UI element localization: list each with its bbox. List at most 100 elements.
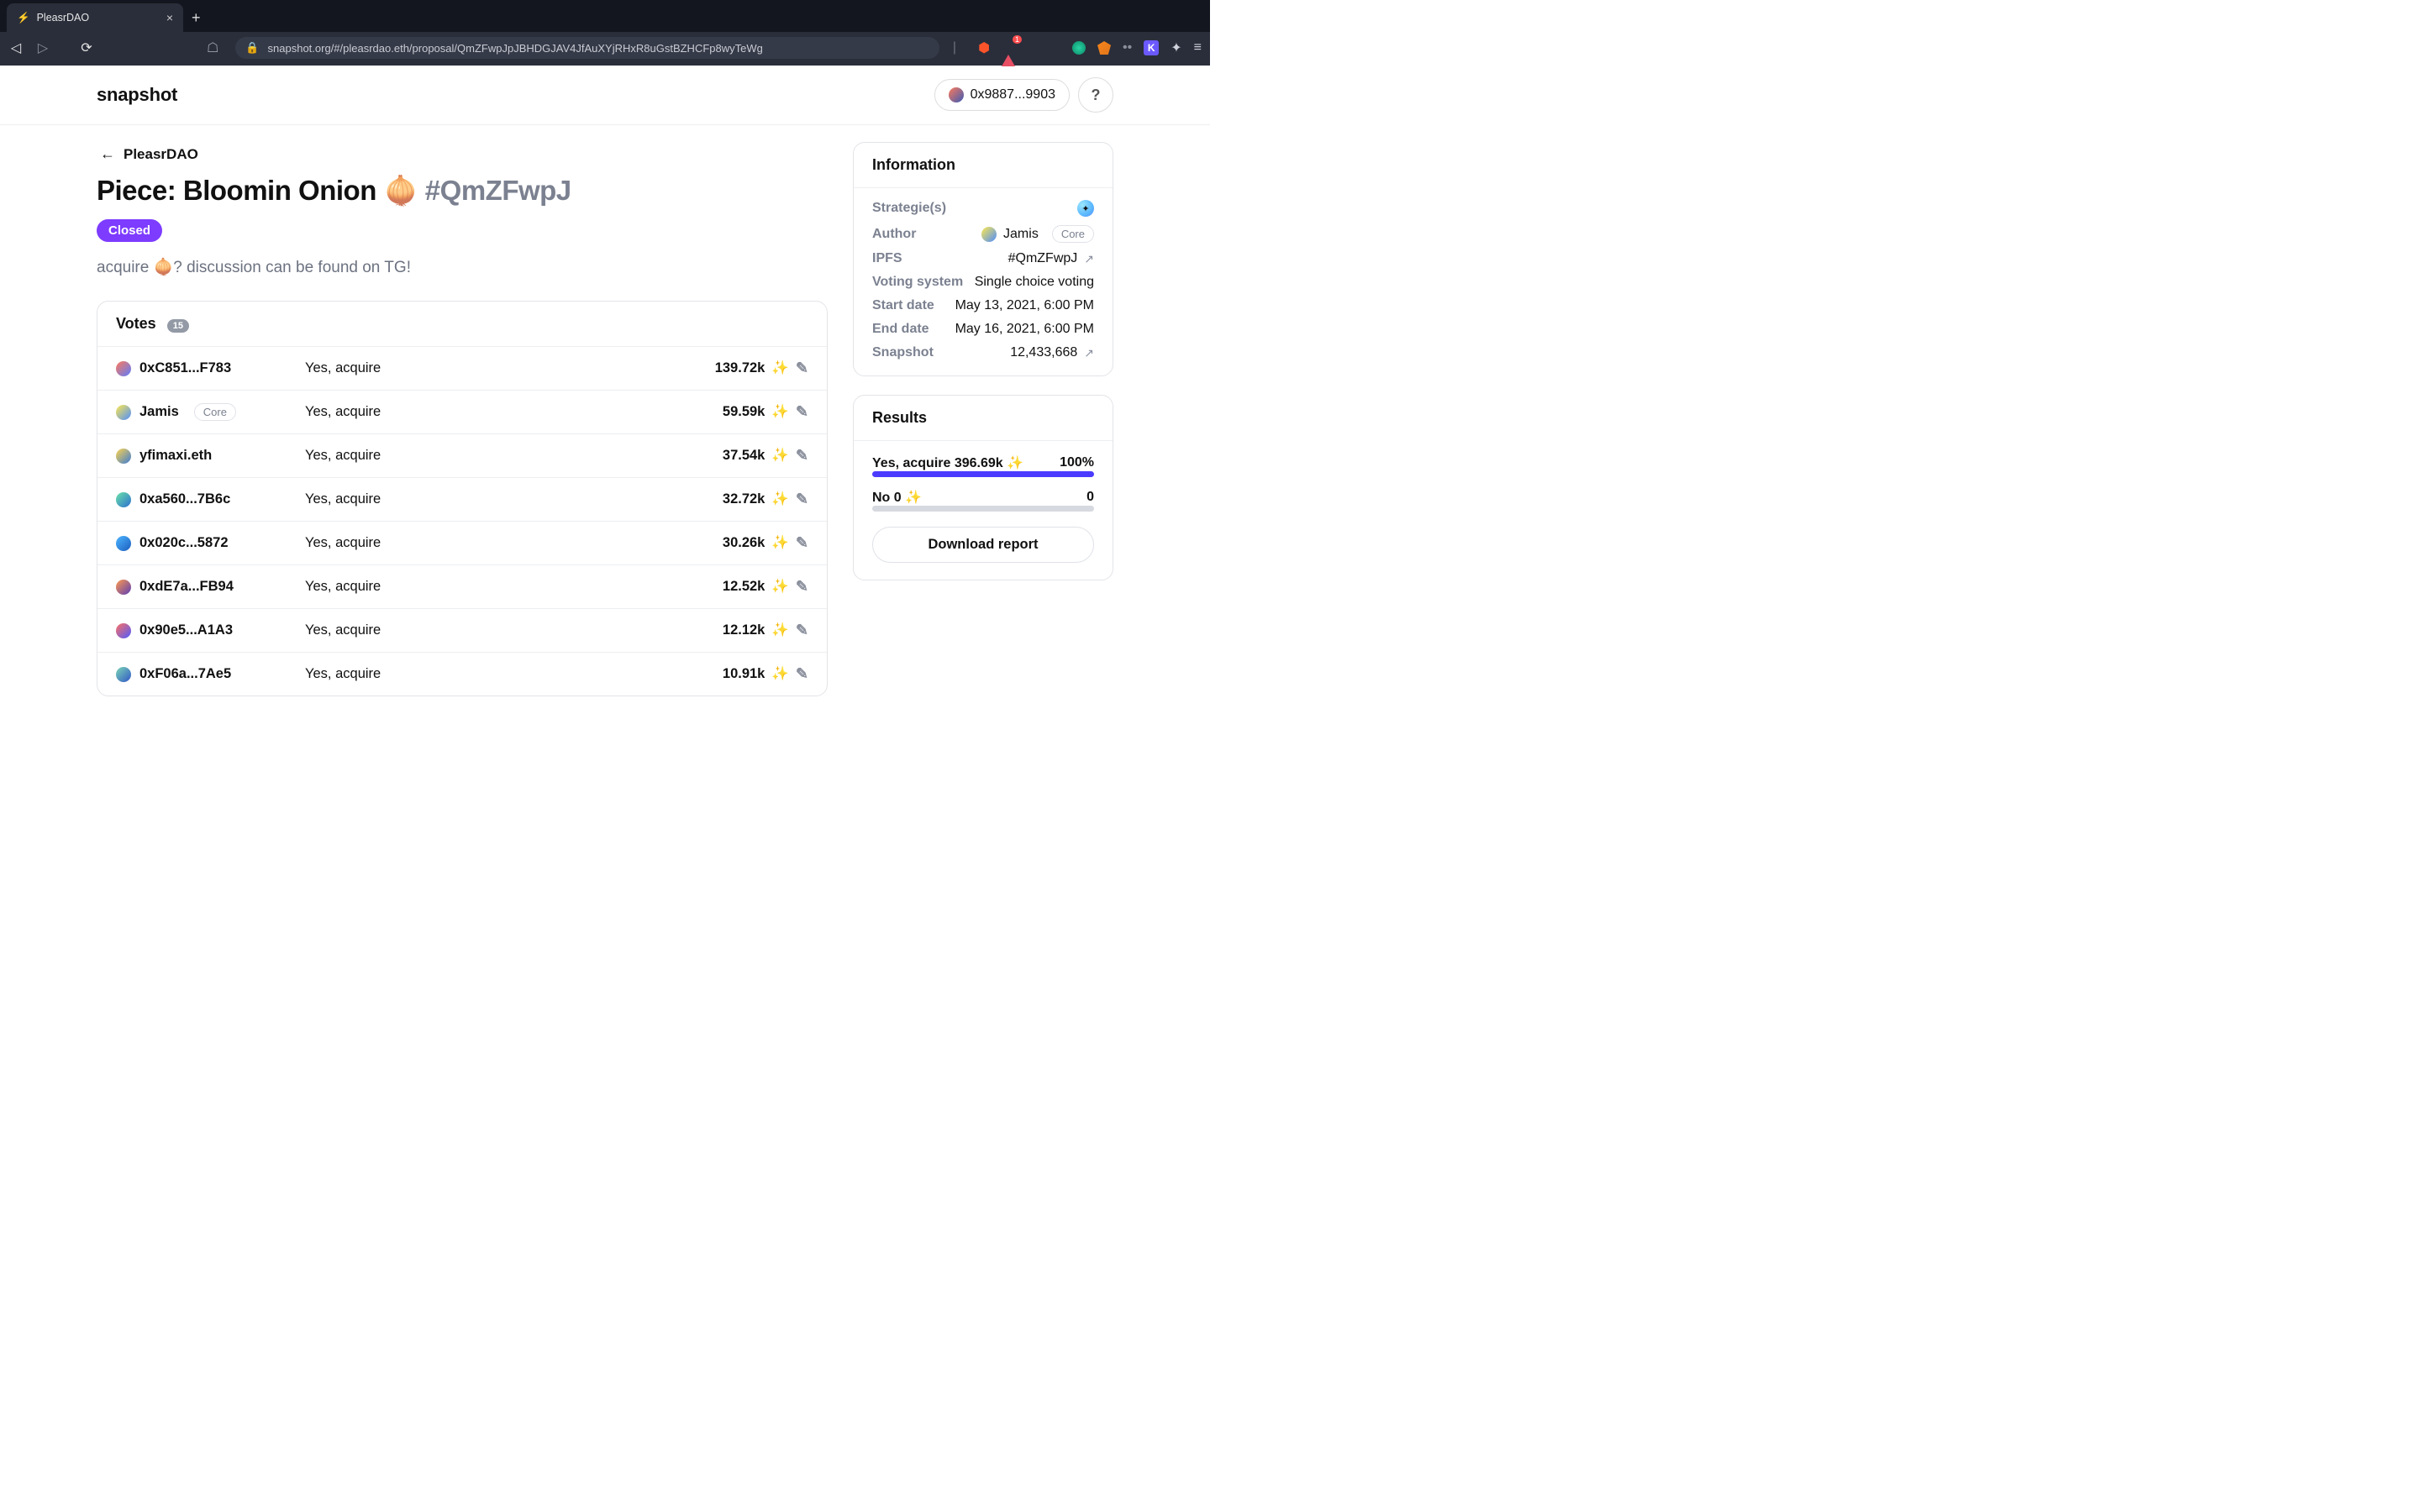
voter-link[interactable]: 0xC851...F783 [116,360,305,376]
bolt-icon: ⚡ [17,12,30,24]
page: snapshot 0x9887...9903 ? ← PleasrDAO Pie… [0,66,1210,756]
reload-icon[interactable]: ⟳ [79,40,94,55]
info-row-ipfs: IPFS #QmZFwpJ ↗ [872,251,1094,266]
browser-chrome: ⚡ PleasrDAO × + ◁ ▷ ⟳ ☖ 🔒 snapshot.org/#… [0,0,1210,66]
sparkle-icon: ✨ [771,579,789,595]
signature-icon[interactable]: ✎ [796,491,808,508]
arrow-left-icon: ← [100,145,115,163]
info-label: Voting system [872,275,963,290]
voter-link[interactable]: JamisCore [116,403,305,421]
extension-icon[interactable] [1072,41,1086,55]
voter-avatar [116,667,131,682]
voter-avatar [116,361,131,376]
vote-amount: 32.72k✨✎ [723,491,808,508]
sparkle-icon: ✨ [771,404,789,420]
info-row-end: End date May 16, 2021, 6:00 PM [872,322,1094,337]
back-icon[interactable]: ◁ [8,40,24,55]
signature-icon[interactable]: ✎ [796,665,808,683]
close-tab-icon[interactable]: × [166,11,173,24]
voter-link[interactable]: 0x020c...5872 [116,535,305,551]
result-pct: 100% [1060,455,1094,470]
results-heading: Results [854,396,1113,441]
signature-icon[interactable]: ✎ [796,403,808,421]
author-name: Jamis [1003,227,1039,242]
info-row-author: Author Jamis Core [872,225,1094,243]
bookmark-icon[interactable]: ☖ [202,39,224,56]
info-label: Snapshot [872,345,934,360]
signature-icon[interactable]: ✎ [796,360,808,377]
strategy-icon[interactable]: ✦ [1077,200,1094,217]
votes-heading-label: Votes [116,315,156,332]
proposal-title-hash: #QmZFwpJ [425,175,571,206]
back-label: PleasrDAO [124,146,198,163]
metamask-icon[interactable] [1097,41,1111,55]
toolbar-separator: | [951,40,958,55]
download-report-button[interactable]: Download report [872,527,1094,563]
vote-row: 0xa560...7B6cYes, acquire32.72k✨✎ [97,478,827,522]
forward-icon[interactable]: ▷ [35,40,50,55]
extension-icon[interactable]: •• [1123,40,1132,55]
vote-row: 0x020c...5872Yes, acquire30.26k✨✎ [97,522,827,565]
author-link[interactable]: Jamis Core [981,225,1094,243]
signature-icon[interactable]: ✎ [796,578,808,596]
voter-link[interactable]: 0xF06a...7Ae5 [116,666,305,682]
info-label: Strategie(s) [872,201,946,216]
result-bar [872,506,1094,512]
signature-icon[interactable]: ✎ [796,534,808,552]
external-link-icon: ↗ [1084,346,1094,360]
voter-link[interactable]: yfimaxi.eth [116,448,305,464]
browser-menu-icon[interactable]: ≡ [1194,40,1202,55]
voter-avatar [116,536,131,551]
vote-choice: Yes, acquire [305,666,723,682]
extension-k-icon[interactable]: K [1144,40,1159,55]
new-tab-button[interactable]: + [183,3,209,32]
browser-tab[interactable]: ⚡ PleasrDAO × [7,3,183,32]
wallet-button[interactable]: 0x9887...9903 [934,79,1070,111]
header-right: 0x9887...9903 ? [934,77,1113,113]
result-label: No 0 [872,491,902,505]
vote-row: yfimaxi.ethYes, acquire37.54k✨✎ [97,434,827,478]
site-logo[interactable]: snapshot [97,84,177,106]
voter-link[interactable]: 0xa560...7B6c [116,491,305,507]
wallet-avatar [949,87,964,102]
sparkle-icon: ✨ [771,448,789,464]
external-link-icon: ↗ [1084,252,1094,266]
info-label: Author [872,227,916,242]
result-option: No 0 ✨ 0 [872,489,1094,512]
info-value: Single choice voting [975,275,1094,290]
signature-icon[interactable]: ✎ [796,447,808,465]
vote-amount: 12.12k✨✎ [723,622,808,639]
info-value: May 13, 2021, 6:00 PM [955,298,1094,313]
vote-choice: Yes, acquire [305,404,723,420]
info-body: Strategie(s) ✦ Author Jamis Core IPFS [854,188,1113,375]
tab-title: PleasrDAO [37,12,90,24]
proposal-title: Piece: Bloomin Onion 🧅 #QmZFwpJ [97,175,828,207]
signature-icon[interactable]: ✎ [796,622,808,639]
snapshot-link[interactable]: 12,433,668 ↗ [1010,345,1094,360]
result-option: Yes, acquire 396.69k ✨ 100% [872,454,1094,477]
back-link[interactable]: ← PleasrDAO [97,142,198,175]
voter-link[interactable]: 0xdE7a...FB94 [116,579,305,595]
brave-rewards-icon[interactable]: 1 [1002,40,1015,55]
votes-list: 0xC851...F783Yes, acquire139.72k✨✎JamisC… [97,347,827,696]
votes-heading: Votes 15 [97,302,827,347]
address-bar[interactable]: 🔒 snapshot.org/#/pleasrdao.eth/proposal/… [235,37,939,59]
results-body: Yes, acquire 396.69k ✨ 100% No 0 ✨ 0 [854,441,1113,580]
vote-choice: Yes, acquire [305,360,715,376]
sparkle-icon: ✨ [771,535,789,551]
voter-link[interactable]: 0x90e5...A1A3 [116,622,305,638]
extensions-puzzle-icon[interactable]: ✦ [1171,39,1181,56]
vote-row: 0xdE7a...FB94Yes, acquire12.52k✨✎ [97,565,827,609]
url-text: snapshot.org/#/pleasrdao.eth/proposal/Qm… [268,42,763,55]
brave-shield-icon[interactable]: ⬢ [978,39,990,56]
vote-choice: Yes, acquire [305,579,723,595]
voter-avatar [116,580,131,595]
lock-icon: 🔒 [245,41,259,55]
status-badge: Closed [97,219,162,242]
sparkle-icon: ✨ [1007,456,1023,470]
vote-amount: 37.54k✨✎ [723,447,808,465]
help-label: ? [1092,87,1101,104]
ipfs-link[interactable]: #QmZFwpJ ↗ [1008,251,1094,266]
help-button[interactable]: ? [1078,77,1113,113]
voter-avatar [116,492,131,507]
